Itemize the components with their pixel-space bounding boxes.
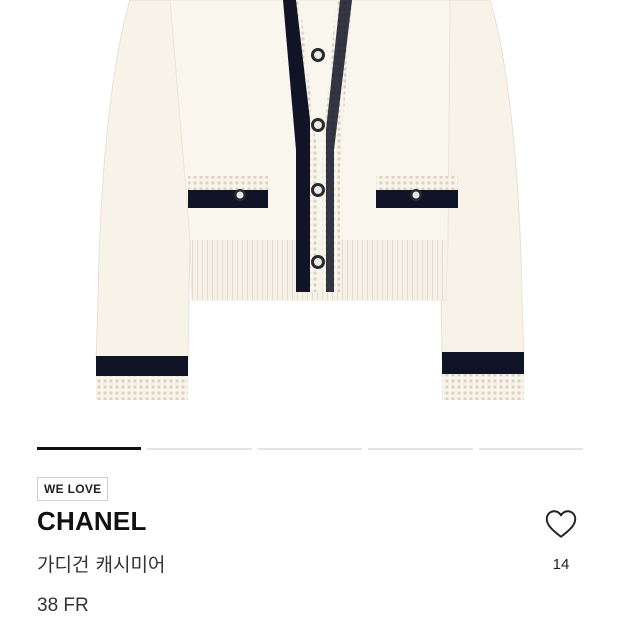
pager-segment-5[interactable] xyxy=(478,447,584,450)
product-size: 38 FR xyxy=(37,595,89,616)
pager-segment-2[interactable] xyxy=(147,447,252,450)
image-pager[interactable] xyxy=(37,447,584,450)
product-image[interactable] xyxy=(0,0,620,430)
like-button[interactable]: 14 xyxy=(535,506,587,578)
pager-segment-3[interactable] xyxy=(257,447,363,450)
we-love-badge: WE LOVE xyxy=(37,477,109,501)
like-count: 14 xyxy=(552,556,570,573)
cardigan-photo xyxy=(95,0,525,400)
brand-name[interactable]: CHANEL xyxy=(37,505,147,537)
pager-segment-4[interactable] xyxy=(368,447,473,450)
product-name: 가디건 캐시미어 xyxy=(37,554,166,576)
heart-outline-icon xyxy=(545,510,577,538)
pager-segment-1[interactable] xyxy=(37,447,142,450)
